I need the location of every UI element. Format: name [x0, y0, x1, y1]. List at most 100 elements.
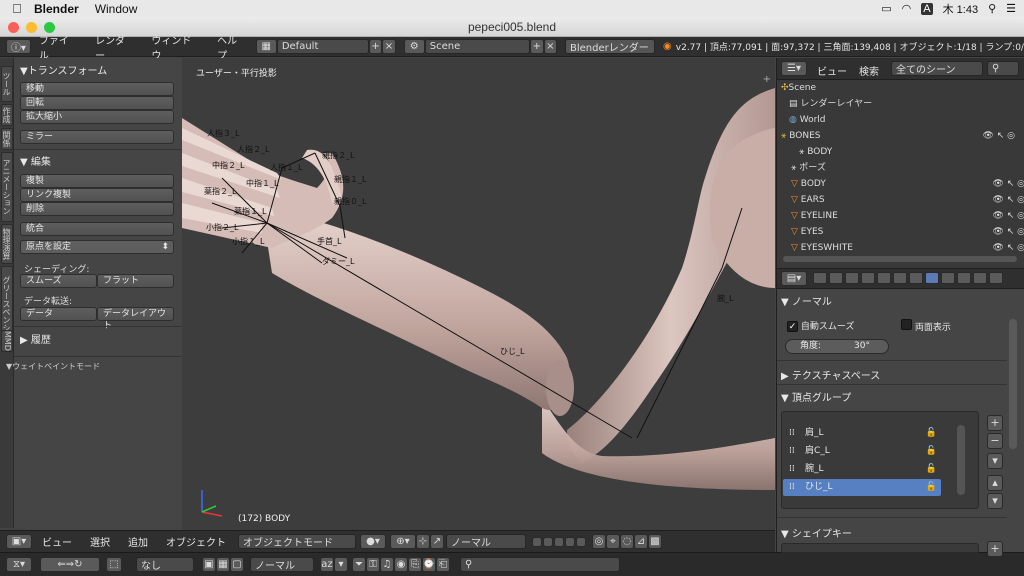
outliner-scrollbar[interactable] — [783, 256, 1017, 262]
layer-button[interactable] — [543, 536, 553, 547]
pivot-select-icon[interactable]: ⊕▾ — [390, 534, 416, 549]
lock-icon[interactable]: 🔓 — [926, 461, 937, 478]
duplicate-button[interactable]: 複製 — [20, 174, 174, 188]
opengl-render-icon[interactable]: ▩ — [648, 534, 662, 549]
outliner-row-world[interactable]: ◍ World — [789, 112, 1024, 128]
transform-panel-header[interactable]: ▼トランスフォーム — [20, 62, 107, 77]
paste-icon[interactable]: ⎗ — [436, 557, 450, 572]
mirror-button[interactable]: ミラー — [20, 130, 174, 144]
notification-icon[interactable]: ☰ — [1006, 2, 1016, 15]
search-icon[interactable]: ⚲ — [988, 2, 996, 15]
scene-icon[interactable]: ⚙ — [403, 39, 425, 54]
data-layout-button[interactable]: データレイアウト — [97, 307, 174, 331]
tab-physics[interactable]: 物理演算 — [1, 224, 13, 264]
view-icon[interactable]: ▣ — [202, 557, 216, 572]
outliner-row-ears[interactable]: ▽ EARS 👁 ↖ ◎ — [791, 192, 1024, 208]
move-down-button[interactable]: ▾ — [987, 493, 1003, 509]
layer-button[interactable] — [532, 536, 542, 547]
clip-icon[interactable]: ⎘ — [408, 557, 422, 572]
lock-icon[interactable]: 🔓 — [926, 425, 937, 442]
normal-select[interactable]: ノーマル — [250, 557, 314, 572]
scale-button[interactable]: 拡大縮小 — [20, 110, 174, 124]
menu-window[interactable]: ウィンドウ — [151, 32, 199, 62]
outliner-row-scene[interactable]: ✣Scene — [781, 80, 1021, 96]
smooth-button[interactable]: スムーズ — [20, 274, 97, 288]
menu-help[interactable]: ヘルプ — [217, 32, 246, 62]
mode-select[interactable]: オブジェクトモード — [238, 534, 356, 549]
editor-type-icon[interactable]: ▣▾ — [6, 534, 32, 549]
history-panel-header[interactable]: ▶ 履歴 — [20, 331, 51, 346]
texture-space-panel-header[interactable]: ▶ テクスチャスペース — [781, 367, 999, 382]
physics-tab-icon[interactable] — [989, 272, 1003, 284]
outliner-row-eyeline[interactable]: ▽ EYELINE 👁 ↖ ◎ — [791, 208, 1024, 224]
record-icon[interactable]: ◉ — [394, 557, 408, 572]
menu-file[interactable]: ファイル — [39, 32, 77, 62]
data-tab-icon[interactable] — [925, 272, 939, 284]
set-origin-dropdown[interactable]: 原点を設定 ⬍ — [20, 240, 174, 254]
scene-field[interactable]: Scene — [424, 39, 531, 54]
properties-scrollbar[interactable] — [1009, 319, 1017, 449]
funnel-icon[interactable]: ⏷ — [352, 557, 366, 572]
outliner-row-body[interactable]: ▽ BODY 👁 ↖ ◎ — [791, 176, 1024, 192]
translate-icon[interactable]: ↗ — [430, 534, 444, 549]
object-tab-icon[interactable] — [877, 272, 891, 284]
orientation-select[interactable]: ノーマル — [446, 534, 526, 549]
move-button[interactable]: 移動 — [20, 82, 174, 96]
add-layout-button[interactable]: + — [368, 39, 383, 54]
proportional-icon[interactable]: ◌ — [620, 534, 634, 549]
menu-add[interactable]: 追加 — [128, 534, 148, 549]
grid-icon[interactable]: ▦ — [216, 557, 230, 572]
window-menu[interactable]: Window — [95, 2, 138, 16]
outliner-row-eyeswhite[interactable]: ▽ EYESWHITE 👁 ↖ ◎ — [791, 240, 1024, 256]
constraints-tab-icon[interactable] — [893, 272, 907, 284]
context-tab-icons[interactable] — [813, 272, 1005, 287]
battery-icon[interactable]: ▭ — [881, 2, 891, 15]
display-filter-select[interactable]: 全てのシーン — [891, 61, 983, 76]
sort-icon[interactable]: az — [320, 557, 334, 572]
link-duplicate-button[interactable]: リンク複製 — [20, 188, 174, 202]
rotate-button[interactable]: 回転 — [20, 96, 174, 110]
world-tab-icon[interactable] — [861, 272, 875, 284]
editor-type-icon[interactable]: ☰▾ — [781, 61, 807, 76]
snap-icon[interactable]: ⌖ — [606, 534, 620, 549]
menu-render[interactable]: レンダー — [95, 32, 133, 62]
add-vertex-group-button[interactable]: + — [987, 415, 1003, 431]
double-sided-checkbox[interactable]: 両面表示 — [901, 319, 951, 333]
outliner-search-input[interactable]: ⚲ — [987, 61, 1019, 76]
filter-icon[interactable]: ▾ — [334, 557, 348, 572]
modifiers-tab-icon[interactable] — [909, 272, 923, 284]
layout-field[interactable]: Default — [276, 39, 369, 54]
outliner-row-pose[interactable]: ⚹ ポーズ — [791, 160, 1024, 176]
data-button[interactable]: データ — [20, 307, 97, 321]
visibility-icons[interactable]: 👁 ↖ ◎ — [992, 224, 1024, 240]
visibility-icons[interactable]: 👁 ↖ ◎ — [992, 240, 1024, 256]
vertex-group-row[interactable]: ⁞⁞ 腕_L 🔓 — [783, 461, 941, 478]
visibility-icons[interactable]: 👁 ↖ ◎ — [992, 176, 1024, 192]
tab-relations[interactable]: 関係 — [1, 128, 13, 150]
wifi-icon[interactable]: ◠ — [902, 2, 912, 15]
particles-tab-icon[interactable] — [973, 272, 987, 284]
clock[interactable]: 木 1:43 — [943, 1, 978, 17]
audio-icon[interactable]: ♫ — [380, 557, 394, 572]
scene-tab-icon[interactable] — [845, 272, 859, 284]
layer-button[interactable] — [576, 536, 586, 547]
app-menu[interactable]: Blender — [34, 2, 79, 16]
edit-panel-header[interactable]: ▼ 編集 — [20, 153, 51, 168]
render-icon[interactable]: ◎ — [592, 534, 606, 549]
timeline-search-field[interactable]: ⚲ — [460, 557, 620, 572]
render-tab-icon[interactable] — [813, 272, 827, 284]
tab-mmd[interactable]: MMD — [1, 330, 13, 352]
outliner-view-menu[interactable]: ビュー — [817, 63, 847, 78]
join-button[interactable]: 統合 — [20, 222, 174, 236]
visibility-icons[interactable]: 👁 ↖ ◎ — [992, 208, 1024, 224]
remove-vertex-group-button[interactable]: − — [987, 433, 1003, 449]
vertex-groups-panel-header[interactable]: ▼ 頂点グループ — [781, 389, 999, 404]
remove-layout-button[interactable]: × — [382, 39, 396, 54]
snap-target-icon[interactable]: ⊿ — [634, 534, 648, 549]
angle-field[interactable]: 角度: 30° — [785, 339, 889, 354]
playback-buttons[interactable]: ⇐⇒↻ — [40, 557, 100, 572]
outliner-row-eyes[interactable]: ▽ EYES 👁 ↖ ◎ — [791, 224, 1024, 240]
flat-button[interactable]: フラット — [97, 274, 174, 288]
apple-icon[interactable]:  — [0, 1, 34, 16]
menu-select[interactable]: 選択 — [90, 534, 110, 549]
